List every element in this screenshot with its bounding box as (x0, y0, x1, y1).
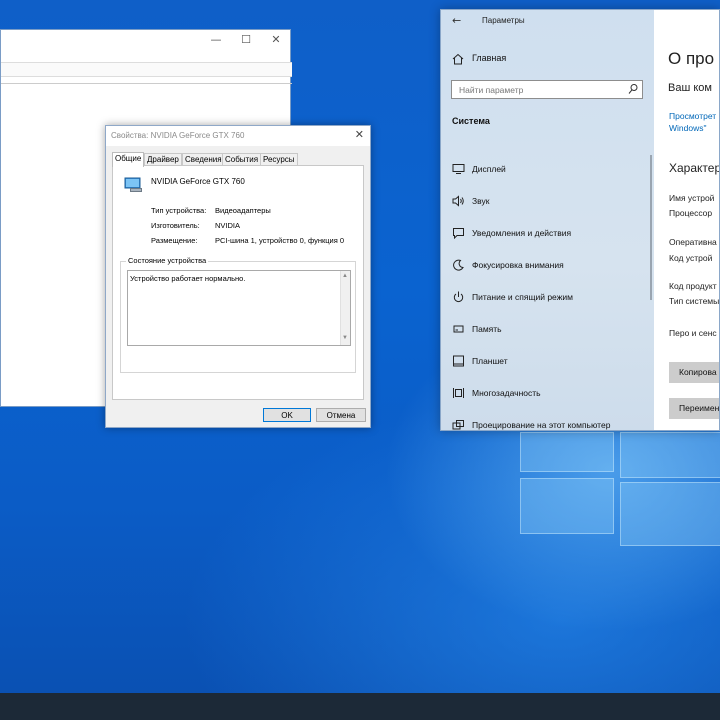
nav-item-tablet[interactable]: Планшет (441, 347, 654, 375)
rename-button[interactable]: Переимен (669, 398, 719, 419)
security-link-line2[interactable]: Windows" (669, 123, 707, 133)
nav-item-label: Многозадачность (472, 388, 541, 398)
close-icon[interactable]: ✕ (355, 128, 364, 141)
device-properties-dialog: Свойства: NVIDIA GeForce GTX 760 ✕ Общие… (105, 125, 371, 428)
tablet-icon (453, 355, 464, 367)
scroll-down-icon[interactable]: ▼ (342, 335, 348, 341)
home-link[interactable]: Главная (472, 53, 506, 63)
windows-logo-pane (620, 432, 720, 478)
settings-nav-pane: ← Параметры Главная Найти параметр Систе… (441, 10, 654, 430)
settings-app-title: Параметры (482, 16, 525, 25)
dialog-title: Свойства: NVIDIA GeForce GTX 760 (111, 131, 245, 140)
home-icon (452, 53, 464, 65)
device-type-value: Видеоадаптеры (215, 206, 271, 215)
search-icon (628, 84, 638, 94)
sound-icon (452, 195, 464, 207)
nav-item-multitasking[interactable]: Многозадачность (441, 379, 654, 407)
notifications-icon (453, 228, 464, 239)
settings-content-pane: О про Ваш ком Просмотрет Windows" Характ… (654, 10, 720, 430)
nav-item-focus-assist[interactable]: Фокусировка внимания (441, 251, 654, 279)
minimize-icon[interactable]: — (201, 30, 231, 52)
manufacturer-value: NVIDIA (215, 221, 241, 230)
device-status-text: Устройство работает нормально. (130, 274, 246, 283)
device-status-title: Состояние устройства (126, 256, 209, 265)
general-tab-panel: NVIDIA GeForce GTX 760 Тип устройства: В… (112, 165, 364, 400)
location-value: PCI-шина 1, устройство 0, функция 0 (215, 236, 345, 245)
device-status-group: Состояние устройства Устройство работает… (120, 256, 356, 373)
storage-icon (453, 325, 464, 333)
close-icon[interactable]: ✕ (261, 30, 291, 52)
explorer-titlebar: — ☐ ✕ (1, 30, 290, 60)
maximize-icon[interactable]: ☐ (231, 30, 261, 52)
status-scrollbar[interactable]: ▲ ▼ (340, 271, 350, 345)
manufacturer-label: Изготовитель: (151, 221, 200, 230)
nav-item-sound[interactable]: Звук (441, 187, 654, 215)
device-status-textbox[interactable]: Устройство работает нормально. ▲ ▼ (127, 270, 351, 346)
location-label: Размещение: (151, 236, 198, 245)
copy-button[interactable]: Копирова (669, 362, 719, 383)
tab-general[interactable]: Общие (112, 152, 145, 167)
pen-touch-label: Перо и сенс (669, 328, 717, 338)
settings-window: ← Параметры Главная Найти параметр Систе… (440, 9, 720, 431)
ram-label: Оперативна (669, 237, 717, 247)
settings-search-input[interactable]: Найти параметр (451, 80, 643, 99)
device-id-label: Код устрой (669, 253, 713, 263)
nav-item-display[interactable]: Дисплей (441, 155, 654, 183)
cancel-button[interactable]: Отмена (316, 408, 366, 422)
nav-item-label: Уведомления и действия (472, 228, 572, 238)
nav-item-label: Память (472, 324, 502, 334)
back-arrow-icon[interactable]: ← (452, 14, 461, 27)
windows-logo-pane (520, 478, 614, 534)
nav-item-label: Фокусировка внимания (472, 260, 564, 270)
device-type-label: Тип устройства: (151, 206, 207, 215)
nav-item-storage[interactable]: Память (441, 315, 654, 343)
projecting-icon (452, 420, 464, 430)
nav-item-label: Дисплей (472, 164, 506, 174)
device-name-label: Имя устрой (669, 193, 715, 203)
nav-item-notifications[interactable]: Уведомления и действия (441, 219, 654, 247)
windows-logo-pane (620, 482, 720, 546)
product-id-label: Код продукт (669, 281, 717, 291)
dialog-titlebar: Свойства: NVIDIA GeForce GTX 760 ✕ (106, 126, 370, 146)
power-icon (453, 291, 464, 302)
display-adapter-icon (124, 177, 142, 192)
security-link[interactable]: Просмотрет (669, 111, 716, 121)
windows-logo-pane (520, 432, 614, 472)
ok-button[interactable]: OK (263, 408, 311, 422)
system-type-label: Тип системы (669, 296, 720, 306)
search-placeholder: Найти параметр (459, 85, 524, 95)
explorer-toolbar (1, 62, 292, 77)
nav-item-label: Проецирование на этот компьютер (472, 420, 611, 430)
display-icon (452, 164, 465, 174)
nav-item-label: Питание и спящий режим (472, 292, 573, 302)
nav-item-label: Планшет (472, 356, 508, 366)
multitasking-icon (453, 388, 464, 398)
taskbar (0, 693, 720, 720)
focus-assist-icon (453, 259, 464, 271)
nav-item-power[interactable]: Питание и спящий режим (441, 283, 654, 311)
divider (1, 83, 292, 84)
section-title: Система (452, 116, 490, 126)
nav-item-projecting[interactable]: Проецирование на этот компьютер (441, 411, 654, 430)
device-name: NVIDIA GeForce GTX 760 (151, 177, 245, 186)
page-title: О про (668, 49, 715, 68)
scroll-up-icon[interactable]: ▲ (342, 273, 348, 279)
processor-label: Процессор (669, 208, 713, 218)
device-specs-heading: Характер (669, 161, 720, 175)
nav-item-label: Звук (472, 196, 490, 206)
protection-heading: Ваш ком (668, 82, 712, 94)
nav-scrollbar[interactable] (650, 155, 652, 300)
